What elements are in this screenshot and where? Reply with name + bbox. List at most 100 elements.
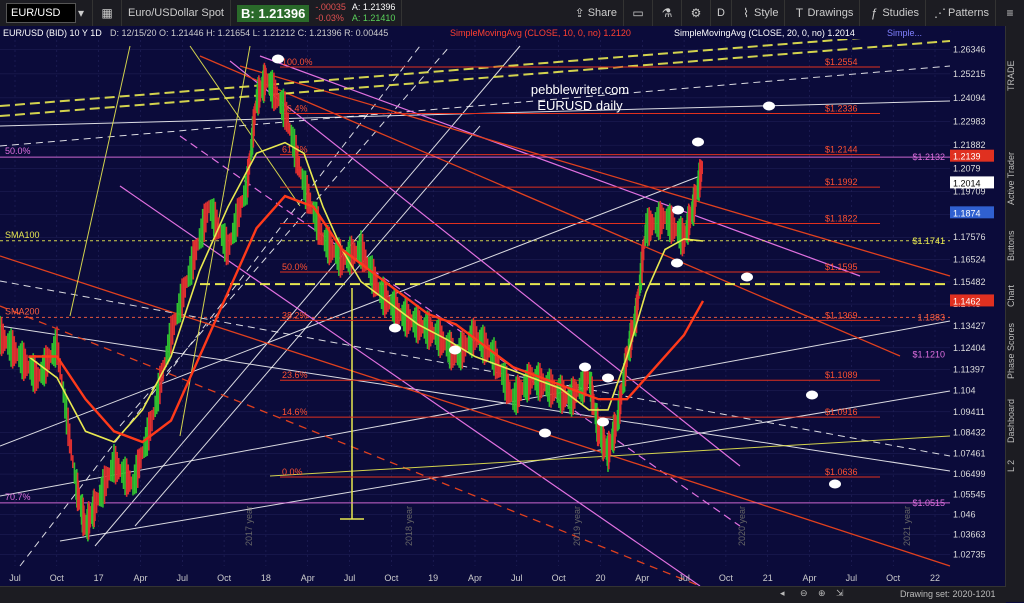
year-label: 2017 year	[244, 506, 254, 546]
patterns-button[interactable]: ⋰ Patterns	[926, 0, 996, 26]
fib-value-label: $1.1089	[825, 370, 858, 380]
fib-value-label: $1.2554	[825, 57, 858, 67]
zoom-out-icon[interactable]: ⊖	[800, 588, 808, 599]
y-tick-label: 1.17576	[953, 232, 986, 242]
annotation-dot[interactable]	[597, 417, 609, 427]
price-marker-label: 1.2139	[953, 152, 981, 162]
fib-pct-label: 38.2%	[282, 310, 308, 320]
quote-box: B: 1.21396 -.00035 -0.03% A: 1.21396 A: …	[231, 0, 403, 26]
right-level-label: $1.1210	[912, 349, 945, 359]
right-level-label: $1.2132	[912, 152, 945, 162]
share-label: Share	[587, 7, 618, 19]
favorites-button[interactable]: ▦	[93, 0, 122, 26]
sma10-legend: SimpleMovingAvg (CLOSE, 10, 0, no) 1.212…	[450, 28, 631, 38]
period-button[interactable]: D	[711, 0, 732, 26]
fib-pct-label: 100.0%	[282, 57, 313, 67]
annotation-dot[interactable]	[449, 345, 461, 355]
gear-icon: ⚙	[690, 6, 702, 20]
chevron-down-icon[interactable]: ▾	[76, 5, 86, 21]
flask-button[interactable]: ⚗	[653, 0, 683, 26]
x-tick-label: Apr	[133, 573, 147, 583]
y-tick-label: 1.25215	[953, 69, 986, 79]
annotation-dot[interactable]	[806, 390, 818, 400]
annotation-dot[interactable]	[579, 362, 591, 372]
drawing-set-label[interactable]: Drawing set: 2020-1201	[900, 589, 996, 599]
flask-icon: ⚗	[661, 6, 673, 20]
symbol-selector[interactable]: EUR/USD ▾	[0, 0, 93, 26]
year-label: 2018 year	[404, 506, 414, 546]
style-button[interactable]: ⌇ Style	[732, 0, 786, 26]
price-chart[interactable]: $1.2554 $1.2336 $1.2144 $1.1992 $1.1822 $1.15…	[0, 26, 1006, 586]
annotation-dot[interactable]	[672, 205, 684, 215]
patterns-label: Patterns	[948, 7, 989, 19]
x-tick-label: Apr	[635, 573, 649, 583]
fib-pct-label: 23.6%	[282, 370, 308, 380]
annotation-dot[interactable]	[763, 101, 775, 111]
y-tick-label: 1.2079	[953, 164, 981, 174]
annotation-dot[interactable]	[539, 428, 551, 438]
rail-chart[interactable]: Chart	[1006, 276, 1024, 316]
annotation-dot[interactable]	[602, 373, 614, 383]
fib-value-label: $1.1992	[825, 177, 858, 187]
x-tick-label: 22	[930, 573, 940, 583]
style-label: Style	[754, 7, 779, 19]
annotation-dot[interactable]	[692, 137, 704, 147]
menu-button[interactable]: ≡	[996, 0, 1024, 26]
fib-value-label: $1.0916	[825, 407, 858, 417]
annotation-dot[interactable]	[741, 272, 753, 282]
fib-value-label: $1.1595	[825, 262, 858, 272]
change-box: -.00035 -0.03%	[315, 2, 346, 24]
annotation-dot[interactable]	[272, 54, 284, 64]
printer-icon: ▭	[632, 6, 644, 20]
x-tick-label: Oct	[217, 573, 232, 583]
right-sidebar: TRADE Active Trader Buttons Chart Phase …	[1005, 26, 1024, 602]
drawings-label: Drawings	[807, 7, 854, 19]
x-tick-label: Jul	[846, 573, 858, 583]
y-tick-label: 1.104	[953, 386, 976, 396]
bid-price[interactable]: B: 1.21396	[237, 4, 310, 22]
rail-l2[interactable]: L 2	[1006, 451, 1024, 481]
rail-buttons[interactable]: Buttons	[1006, 221, 1024, 271]
left-level-label: SMA200	[5, 306, 40, 316]
y-tick-label: 1.24094	[953, 93, 986, 103]
scroll-left-icon[interactable]: ◂	[780, 588, 785, 599]
more-studies-legend: Simple...	[887, 28, 922, 38]
y-tick-label: 1.05545	[953, 489, 986, 499]
annotation-dot[interactable]	[389, 323, 401, 333]
x-tick-label: Jul	[9, 573, 21, 583]
left-level-label: 50.0%	[5, 146, 31, 156]
fib-value-label: $1.1369	[825, 310, 858, 320]
rail-active-trader[interactable]: Active Trader	[1006, 138, 1024, 218]
price-marker-label: 1.1462	[953, 296, 981, 306]
y-tick-label: 1.13427	[953, 321, 986, 331]
settings-button[interactable]: ⚙	[682, 0, 712, 26]
studies-icon: ƒ	[870, 6, 878, 20]
annotation-dot[interactable]	[829, 479, 841, 489]
studies-label: Studies	[882, 7, 920, 19]
ask-price: A: 1.21396	[351, 2, 396, 12]
share-button[interactable]: ⇪ Share	[566, 0, 625, 26]
x-tick-label: Apr	[301, 573, 315, 583]
x-tick-label: Jul	[511, 573, 523, 583]
ohlc-readout: D: 12/15/20 O: 1.21446 H: 1.21654 L: 1.2…	[110, 28, 388, 38]
drawings-button[interactable]: T Drawings	[785, 0, 861, 26]
menu-icon: ≡	[1006, 6, 1014, 20]
description-label: Euro/USDollar Spot	[122, 0, 231, 26]
y-tick-label: 1.21882	[953, 140, 986, 150]
fib-value-label: $1.2144	[825, 145, 858, 155]
rail-trade[interactable]: TRADE	[1006, 56, 1024, 96]
annotation-dot[interactable]	[671, 258, 683, 268]
y-tick-label: 1.22983	[953, 117, 986, 127]
zoom-in-icon[interactable]: ⊕	[818, 588, 826, 599]
x-tick-label: Jul	[678, 573, 690, 583]
studies-button[interactable]: ƒ Studies	[860, 0, 927, 26]
print-button[interactable]: ▭	[624, 0, 654, 26]
rail-phase-scores[interactable]: Phase Scores	[1006, 316, 1024, 386]
share-icon: ⇪	[574, 6, 585, 20]
watermark-site: pebblewriter.com	[531, 82, 629, 97]
rail-dashboard[interactable]: Dashboard	[1006, 391, 1024, 451]
style-icon: ⌇	[743, 6, 749, 20]
symbol-input[interactable]: EUR/USD	[6, 3, 76, 23]
pan-icon[interactable]: ⇲	[836, 588, 844, 599]
x-tick-label: 20	[595, 573, 605, 583]
